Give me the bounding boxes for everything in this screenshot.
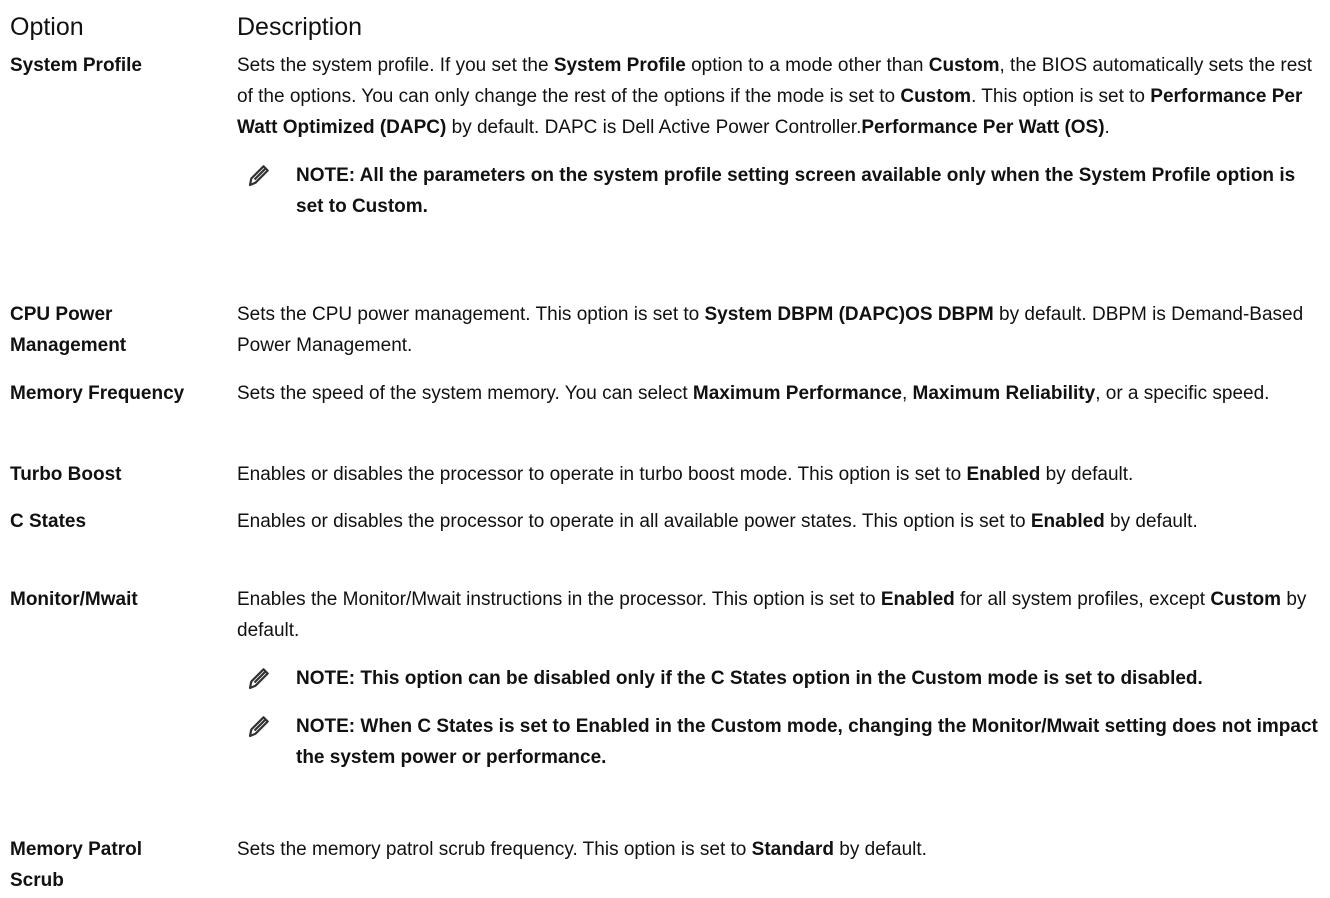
- text-run: Sets the CPU power management. This opti…: [237, 304, 705, 325]
- note: NOTE: All the parameters on the system p…: [237, 160, 1322, 222]
- description-text: Sets the speed of the system memory. You…: [237, 378, 1322, 409]
- option-name: System Profile: [10, 55, 142, 76]
- text-run: for all system profiles, except: [954, 589, 1211, 610]
- option-name: Memory Frequency: [10, 383, 185, 404]
- bold-term: System Profile: [553, 55, 686, 76]
- text-run: Sets the memory patrol scrub frequency. …: [237, 839, 752, 860]
- header-option: Option: [10, 13, 84, 41]
- option-description: Enables or disables the processor to ope…: [237, 506, 1322, 537]
- note-pencil-icon: [248, 668, 269, 690]
- text-run: Sets the system profile. If you set the: [237, 55, 554, 76]
- bold-term: Performance Per Watt (OS): [861, 117, 1105, 138]
- description-text: Enables or disables the processor to ope…: [237, 459, 1322, 490]
- option-description: Enables the Monitor/Mwait instructions i…: [237, 584, 1322, 773]
- description-text: Enables or disables the processor to ope…: [237, 506, 1322, 537]
- bold-term: Enabled: [1030, 511, 1105, 532]
- option-name: C States: [10, 511, 87, 532]
- option-name: Memory Patrol Scrub: [10, 839, 142, 891]
- text-run: Sets the speed of the system memory. You…: [237, 383, 693, 404]
- bold-term: Maximum Reliability: [912, 383, 1096, 404]
- option-description: Sets the CPU power management. This opti…: [237, 299, 1322, 361]
- text-run: Enables or disables the processor to ope…: [237, 511, 1031, 532]
- bold-term: Standard: [751, 839, 835, 860]
- text-run: by default.: [1040, 464, 1134, 485]
- text-run: ,: [901, 383, 913, 404]
- description-text: Sets the memory patrol scrub frequency. …: [237, 834, 1322, 865]
- note-pencil-icon: [248, 716, 269, 738]
- description-text: Sets the CPU power management. This opti…: [237, 299, 1322, 361]
- option-name: Turbo Boost: [10, 464, 122, 485]
- description-text: Enables the Monitor/Mwait instructions i…: [237, 584, 1322, 646]
- note-text: NOTE: All the parameters on the system p…: [296, 165, 1296, 217]
- option-name: CPU Power Management: [10, 304, 127, 356]
- text-run: Enables or disables the processor to ope…: [237, 464, 967, 485]
- option-description: Sets the speed of the system memory. You…: [237, 378, 1322, 409]
- bold-term: Custom: [928, 55, 1000, 76]
- text-run: by default.: [1104, 511, 1198, 532]
- bold-term: Enabled: [966, 464, 1041, 485]
- description-text: Sets the system profile. If you set the …: [237, 50, 1322, 143]
- bios-options-table: Option Description System Profile Sets t…: [0, 0, 1330, 898]
- note-pencil-icon: [248, 165, 269, 187]
- option-name: Monitor/Mwait: [10, 589, 138, 610]
- text-run: .: [1104, 117, 1110, 138]
- note: NOTE: When C States is set to Enabled in…: [237, 711, 1322, 773]
- bold-term: Enabled: [880, 589, 955, 610]
- text-run: Enables the Monitor/Mwait instructions i…: [237, 589, 881, 610]
- bold-term: Maximum Performance: [692, 383, 902, 404]
- option-description: Sets the system profile. If you set the …: [237, 50, 1322, 222]
- text-run: by default.: [834, 839, 927, 860]
- bold-term: System DBPM (DAPC)OS DBPM: [704, 304, 994, 325]
- note-text: NOTE: This option can be disabled only i…: [296, 668, 1203, 689]
- text-run: . This option is set to: [971, 86, 1151, 107]
- text-run: , or a specific speed.: [1095, 383, 1270, 404]
- note-text: NOTE: When C States is set to Enabled in…: [296, 716, 1318, 768]
- option-description: Enables or disables the processor to ope…: [237, 459, 1322, 490]
- header-description: Description: [237, 13, 363, 41]
- text-run: option to a mode other than: [685, 55, 929, 76]
- text-run: by default. DAPC is Dell Active Power Co…: [446, 117, 862, 138]
- option-description: Sets the memory patrol scrub frequency. …: [237, 834, 1322, 865]
- bold-term: Custom: [900, 86, 972, 107]
- bold-term: Custom: [1210, 589, 1282, 610]
- note: NOTE: This option can be disabled only i…: [237, 663, 1322, 694]
